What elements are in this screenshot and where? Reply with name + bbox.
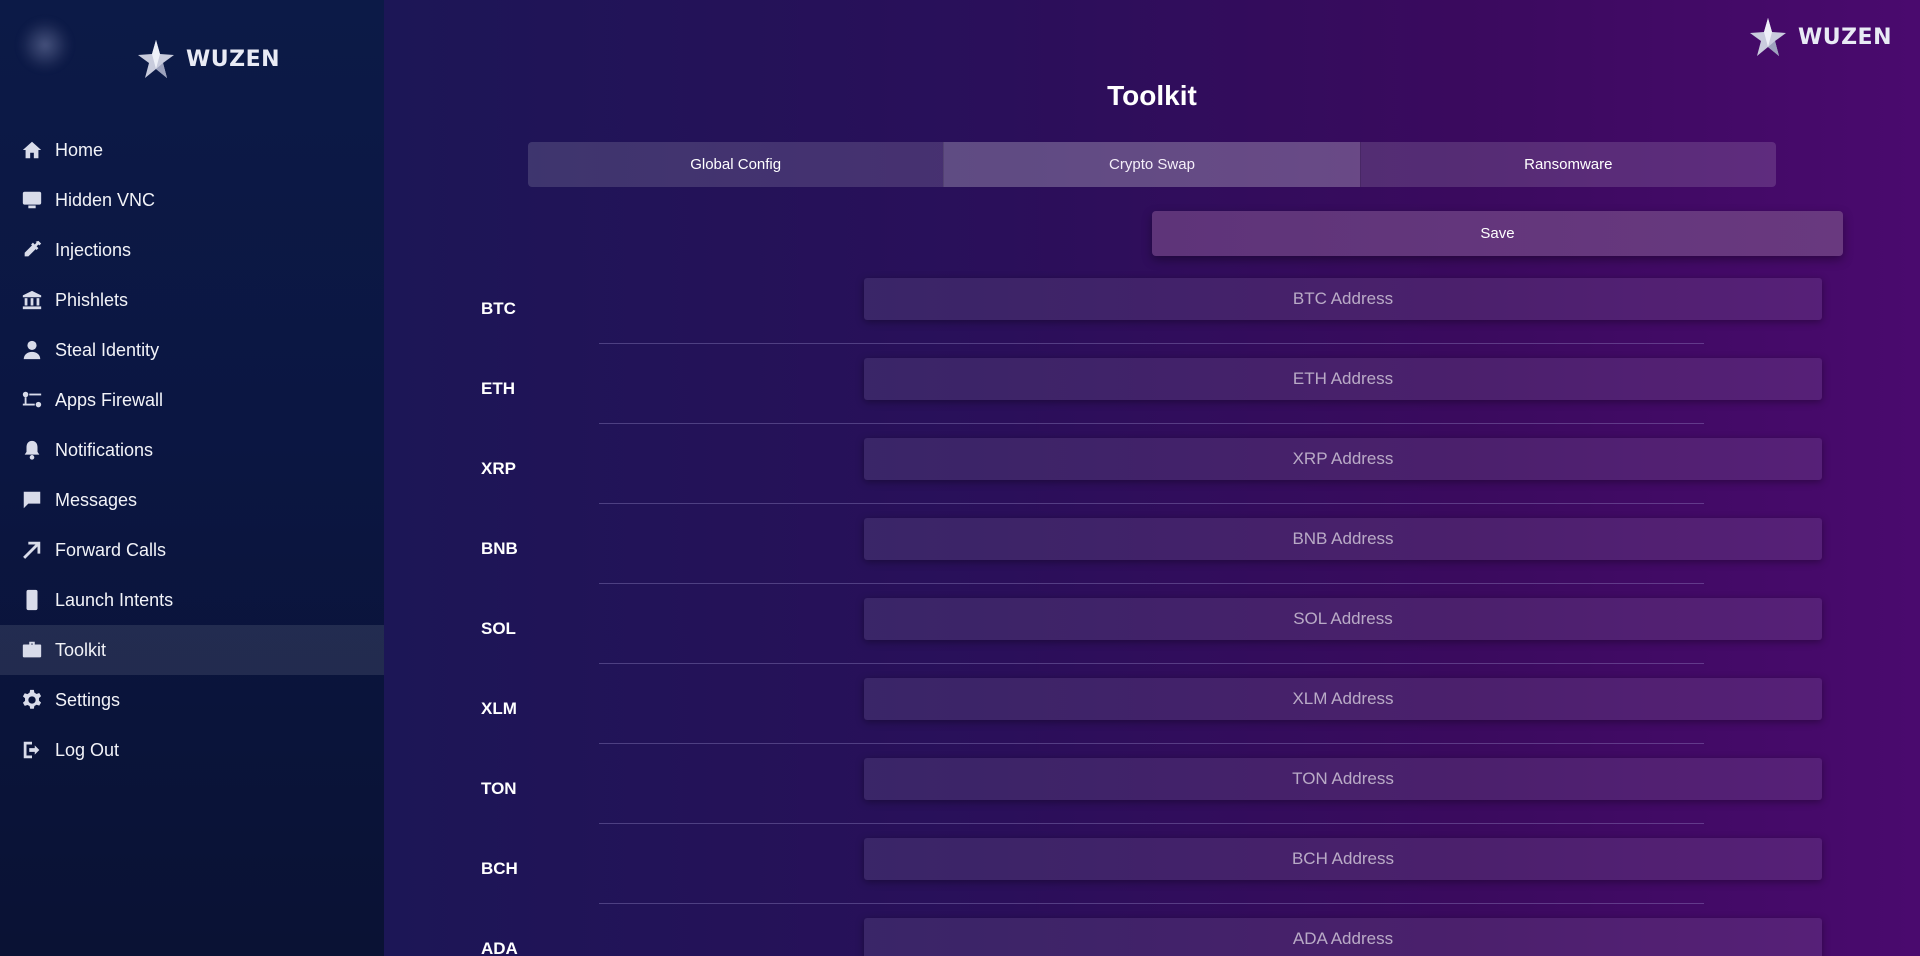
sidebar-item-label: Messages <box>55 489 138 510</box>
logout-icon <box>20 738 44 762</box>
sidebar-nav: Home Hidden VNC Injections Phishlets Ste… <box>0 125 384 775</box>
monitor-icon <box>20 188 44 212</box>
sidebar-item-label: Hidden VNC <box>55 189 156 210</box>
sidebar-item-log-out[interactable]: Log Out <box>0 725 384 775</box>
sol-address-input[interactable] <box>864 598 1822 640</box>
avatar[interactable] <box>18 18 72 72</box>
bch-address-input[interactable] <box>864 838 1822 880</box>
row-divider <box>599 663 1704 664</box>
sidebar-item-steal-identity[interactable]: Steal Identity <box>0 325 384 375</box>
coin-row-xrp: XRP <box>384 438 1920 518</box>
sidebar-item-label: Settings <box>55 689 121 710</box>
tab-crypto-swap[interactable]: Crypto Swap <box>943 142 1360 187</box>
coin-row-xlm: XLM <box>384 678 1920 758</box>
page-title: Toolkit <box>1107 80 1197 111</box>
star-logo-icon <box>1749 18 1786 56</box>
bell-icon <box>20 438 44 462</box>
coin-label: SOL <box>481 619 516 638</box>
message-icon <box>20 488 44 512</box>
row-divider <box>599 743 1704 744</box>
firewall-icon <box>20 388 44 412</box>
gear-icon <box>20 688 44 712</box>
sidebar-item-notifications[interactable]: Notifications <box>0 425 384 475</box>
star-logo-icon <box>138 40 174 78</box>
xrp-address-input[interactable] <box>864 438 1822 480</box>
coin-label: XRP <box>481 459 516 478</box>
xlm-address-input[interactable] <box>864 678 1822 720</box>
tab-global-config[interactable]: Global Config <box>528 142 944 187</box>
header-brand-logo[interactable]: WUZEN <box>1746 16 1892 58</box>
row-divider <box>599 343 1704 344</box>
sidebar-item-hidden-vnc[interactable]: Hidden VNC <box>0 175 384 225</box>
ada-address-input[interactable] <box>864 918 1822 956</box>
coin-label: BTC <box>481 299 516 318</box>
tab-ransomware[interactable]: Ransomware <box>1359 142 1776 187</box>
save-button[interactable]: Save <box>1152 211 1843 256</box>
main-content: WUZEN Toolkit Global Config Crypto Swap … <box>384 0 1920 956</box>
sidebar-item-launch-intents[interactable]: Launch Intents <box>0 575 384 625</box>
coin-label: BNB <box>481 539 518 558</box>
sidebar-item-injections[interactable]: Injections <box>0 225 384 275</box>
coin-row-bch: BCH <box>384 838 1920 918</box>
sidebar-item-label: Log Out <box>55 739 120 760</box>
sidebar-item-label: Launch Intents <box>55 589 174 610</box>
coin-row-sol: SOL <box>384 598 1920 678</box>
briefcase-icon <box>20 638 44 662</box>
row-divider <box>599 583 1704 584</box>
sidebar-item-forward-calls[interactable]: Forward Calls <box>0 525 384 575</box>
coin-label: XLM <box>481 699 517 718</box>
sidebar-item-messages[interactable]: Messages <box>0 475 384 525</box>
sidebar: WUZEN Home Hidden VNC Injections Phishle… <box>0 0 384 956</box>
coin-label: TON <box>481 779 517 798</box>
coin-label: ETH <box>481 379 515 398</box>
sidebar-item-label: Phishlets <box>55 289 129 310</box>
sidebar-item-label: Forward Calls <box>55 539 167 560</box>
bank-icon <box>20 288 44 312</box>
sidebar-item-settings[interactable]: Settings <box>0 675 384 725</box>
sidebar-item-label: Home <box>55 139 104 160</box>
row-divider <box>599 903 1704 904</box>
eth-address-input[interactable] <box>864 358 1822 400</box>
sidebar-item-toolkit[interactable]: Toolkit <box>0 625 384 675</box>
home-icon <box>20 138 44 162</box>
sidebar-item-label: Steal Identity <box>55 339 160 360</box>
coin-row-ada: ADA <box>384 918 1920 956</box>
bnb-address-input[interactable] <box>864 518 1822 560</box>
sidebar-item-home[interactable]: Home <box>0 125 384 175</box>
btc-address-input[interactable] <box>864 278 1822 320</box>
coin-row-btc: BTC <box>384 278 1920 358</box>
brand-name: WUZEN <box>1797 24 1892 50</box>
row-divider <box>599 503 1704 504</box>
syringe-icon <box>20 238 44 262</box>
coin-label: BCH <box>481 859 518 878</box>
ton-address-input[interactable] <box>864 758 1822 800</box>
user-icon <box>20 338 44 362</box>
row-divider <box>599 423 1704 424</box>
brand-name: WUZEN <box>186 46 281 72</box>
coin-row-bnb: BNB <box>384 518 1920 598</box>
sidebar-item-label: Injections <box>55 239 132 260</box>
toolkit-tabs: Global Config Crypto Swap Ransomware <box>528 142 1776 187</box>
sidebar-item-label: Notifications <box>55 439 154 460</box>
brand-logo[interactable]: WUZEN <box>134 38 280 80</box>
sidebar-item-label: Toolkit <box>55 639 107 660</box>
sidebar-item-apps-firewall[interactable]: Apps Firewall <box>0 375 384 425</box>
phone-icon <box>20 588 44 612</box>
sidebar-item-phishlets[interactable]: Phishlets <box>0 275 384 325</box>
row-divider <box>599 823 1704 824</box>
coin-row-eth: ETH <box>384 358 1920 438</box>
sidebar-item-label: Apps Firewall <box>55 389 164 410</box>
coin-row-ton: TON <box>384 758 1920 838</box>
coin-label: ADA <box>481 939 518 956</box>
arrow-up-right-icon <box>20 538 44 562</box>
